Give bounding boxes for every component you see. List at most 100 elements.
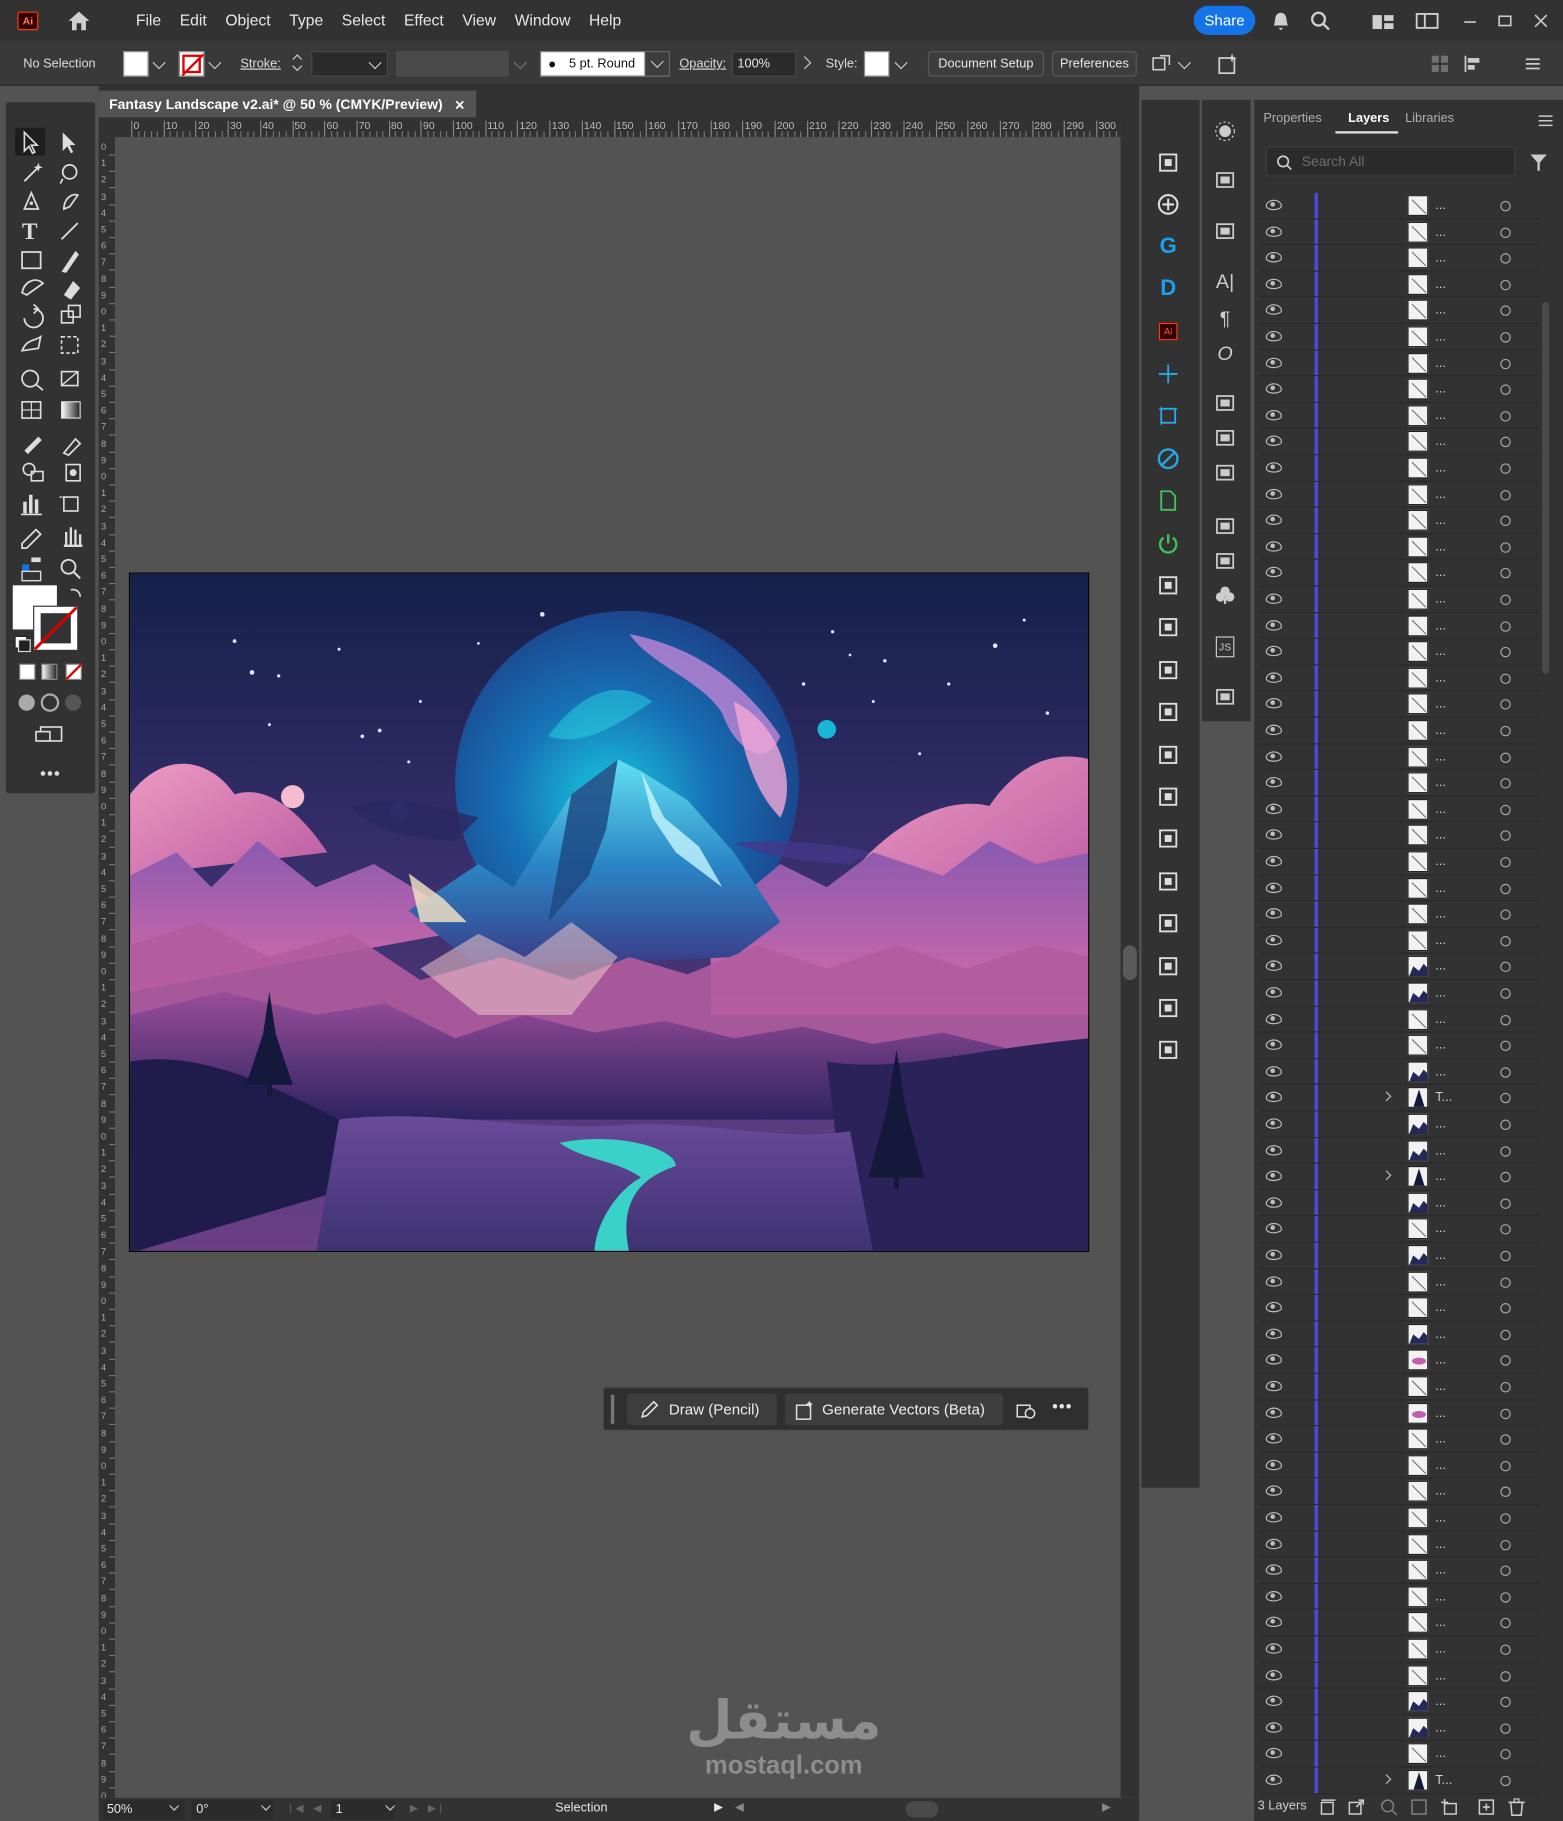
horizontal-scroll-thumb[interactable]	[905, 1801, 939, 1818]
artboard-number-field[interactable]: 1	[330, 1800, 395, 1819]
remove-text-icon[interactable]	[1154, 656, 1182, 684]
transform-icon[interactable]	[1154, 571, 1182, 599]
layers-scroll-thumb[interactable]	[1542, 301, 1550, 674]
clipping-mask-icon[interactable]	[1410, 1798, 1429, 1820]
puppet-icon[interactable]	[1212, 548, 1238, 574]
selection-panel-icon[interactable]	[1212, 684, 1238, 710]
rotation-field[interactable]: 0°	[191, 1800, 273, 1819]
layer-row[interactable]: ...	[1259, 481, 1539, 508]
layer-row[interactable]: ...	[1259, 1531, 1539, 1558]
target-circle-icon[interactable]	[1500, 1539, 1511, 1550]
target-circle-icon[interactable]	[1500, 489, 1511, 501]
document-setup-button[interactable]: Document Setup	[927, 51, 1044, 77]
target-circle-icon[interactable]	[1500, 1513, 1511, 1524]
visibility-eye-icon[interactable]	[1265, 278, 1282, 289]
add-text-icon[interactable]	[1154, 614, 1182, 642]
menu-view[interactable]: View	[453, 0, 505, 42]
visibility-eye-icon[interactable]	[1265, 1590, 1282, 1602]
chevron-down-icon[interactable]	[894, 56, 908, 70]
target-circle-icon[interactable]	[1500, 1067, 1511, 1078]
target-circle-icon[interactable]	[1500, 1119, 1511, 1130]
layer-row[interactable]: ...	[1259, 1216, 1539, 1243]
visibility-eye-icon[interactable]	[1265, 1380, 1282, 1392]
ai-tools-icon[interactable]	[1217, 52, 1240, 75]
menu-window[interactable]: Window	[505, 0, 579, 42]
tab-properties[interactable]: Properties	[1263, 111, 1321, 125]
brush-dropdown[interactable]	[644, 51, 671, 77]
layer-row[interactable]: ...	[1259, 1636, 1539, 1663]
target-circle-icon[interactable]	[1500, 542, 1511, 553]
target-circle-icon[interactable]	[1500, 1775, 1511, 1787]
cube-icon[interactable]	[1154, 1036, 1182, 1064]
ai-plugin-icon[interactable]: Ai	[1154, 318, 1182, 346]
target-circle-icon[interactable]	[1500, 1040, 1511, 1052]
chevron-down-icon[interactable]	[1177, 56, 1192, 70]
target-circle-icon[interactable]	[1500, 1618, 1511, 1629]
target-circle-icon[interactable]	[1500, 1749, 1511, 1760]
target-circle-icon[interactable]	[1500, 253, 1511, 264]
artboard[interactable]	[128, 572, 1090, 1252]
layer-row[interactable]: ...	[1259, 192, 1539, 220]
layer-row[interactable]: ...	[1259, 324, 1539, 351]
collect-export-icon[interactable]	[1319, 1798, 1338, 1820]
opacity-field[interactable]: 100%	[731, 51, 797, 77]
layer-row[interactable]: ...	[1259, 743, 1539, 771]
chevron-right-icon[interactable]	[798, 56, 812, 70]
pathfinder-icon[interactable]	[1212, 460, 1238, 486]
tab-close-icon[interactable]: ×	[455, 91, 465, 119]
layer-row[interactable]: ...	[1259, 402, 1539, 429]
visibility-eye-icon[interactable]	[1265, 304, 1282, 316]
filter-icon[interactable]	[1529, 153, 1548, 176]
visibility-eye-icon[interactable]	[1265, 619, 1282, 631]
layer-row[interactable]: ...	[1259, 1400, 1539, 1427]
visibility-eye-icon[interactable]	[1265, 1538, 1282, 1549]
visibility-eye-icon[interactable]	[1265, 1722, 1282, 1733]
distribute-icon[interactable]	[1154, 698, 1182, 726]
grammarly-g-icon[interactable]: G	[1154, 233, 1182, 261]
layer-row[interactable]: ...	[1259, 665, 1539, 692]
opacity-label[interactable]: Opacity:	[679, 57, 726, 71]
visibility-eye-icon[interactable]	[1265, 462, 1282, 473]
visibility-eye-icon[interactable]	[1265, 960, 1282, 972]
visibility-eye-icon[interactable]	[1265, 1669, 1282, 1681]
layer-row[interactable]: ...	[1259, 822, 1539, 849]
menu-select[interactable]: Select	[333, 0, 395, 42]
visibility-eye-icon[interactable]	[1265, 540, 1282, 552]
visibility-eye-icon[interactable]	[1265, 1197, 1282, 1208]
color-picker-icon[interactable]	[1154, 825, 1182, 853]
home-icon[interactable]	[66, 9, 92, 32]
grid-icon[interactable]	[1428, 52, 1451, 75]
layer-row[interactable]: ...	[1259, 428, 1539, 456]
visibility-eye-icon[interactable]	[1265, 645, 1282, 657]
search-icon[interactable]	[1309, 9, 1332, 32]
visibility-eye-icon[interactable]	[1265, 1354, 1282, 1366]
layer-row[interactable]: ...	[1259, 1111, 1539, 1138]
visibility-eye-icon[interactable]	[1265, 225, 1282, 237]
visibility-eye-icon[interactable]	[1265, 252, 1282, 263]
visibility-eye-icon[interactable]	[1265, 330, 1282, 342]
visibility-eye-icon[interactable]	[1265, 724, 1282, 736]
export-icon[interactable]	[1347, 1798, 1366, 1820]
layer-row[interactable]: ...	[1259, 1190, 1539, 1217]
visibility-eye-icon[interactable]	[1265, 1512, 1282, 1523]
target-circle-icon[interactable]	[1500, 935, 1511, 947]
menu-effect[interactable]: Effect	[395, 0, 453, 42]
layer-row[interactable]: ...	[1259, 612, 1539, 639]
layer-row[interactable]: ...	[1259, 875, 1539, 902]
target-circle-icon[interactable]	[1500, 1723, 1511, 1734]
target-circle-icon[interactable]	[1500, 778, 1511, 789]
target-circle-icon[interactable]	[1500, 830, 1511, 842]
align-icon[interactable]	[1462, 52, 1485, 75]
layer-row[interactable]: T...	[1259, 1085, 1539, 1112]
visibility-eye-icon[interactable]	[1265, 1774, 1282, 1785]
visibility-eye-icon[interactable]	[1265, 855, 1282, 867]
target-circle-icon[interactable]	[1500, 1355, 1511, 1367]
image-trace-icon[interactable]	[1212, 513, 1238, 539]
paragraph-icon[interactable]: ¶	[1212, 307, 1238, 333]
add-document-icon[interactable]	[1154, 487, 1182, 515]
target-circle-icon[interactable]	[1500, 857, 1511, 868]
minimize-icon[interactable]	[1458, 9, 1481, 32]
layer-row[interactable]: ...	[1259, 1478, 1539, 1506]
expand-chevron-icon[interactable]	[1381, 1091, 1392, 1102]
layer-row[interactable]: ...	[1259, 796, 1539, 823]
